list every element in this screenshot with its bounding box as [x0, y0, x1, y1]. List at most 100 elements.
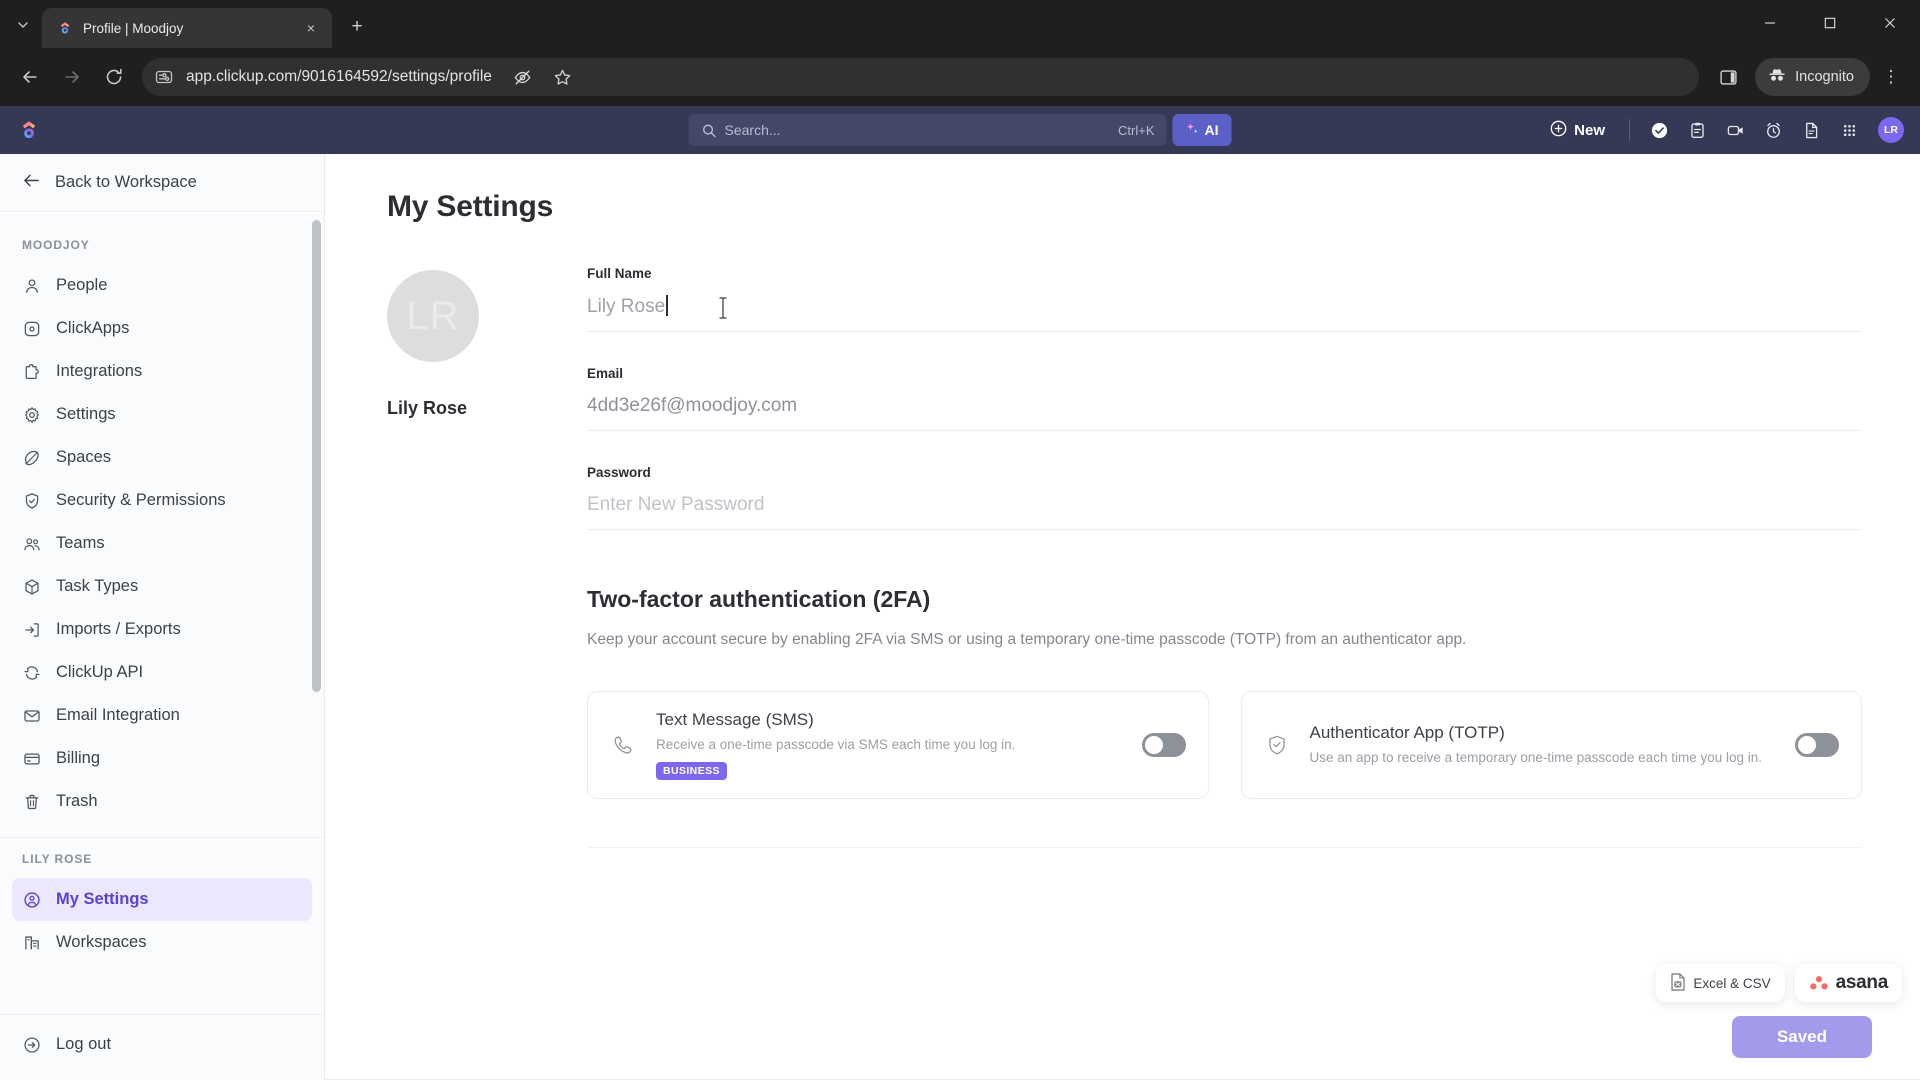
sidebar-item-logout[interactable]: Log out	[12, 1023, 312, 1066]
sidebar-item-label: Log out	[56, 1035, 112, 1053]
check-circle-icon[interactable]	[1642, 113, 1676, 147]
clipboard-icon[interactable]	[1680, 113, 1714, 147]
sidebar-item-billing[interactable]: Billing	[12, 737, 312, 780]
excel-csv-chip[interactable]: Excel & CSV	[1656, 964, 1785, 1002]
sms-card-title: Text Message (SMS)	[656, 710, 814, 729]
sidebar-item-email-integration[interactable]: Email Integration	[12, 694, 312, 737]
sms-2fa-toggle[interactable]	[1141, 733, 1186, 758]
back-icon[interactable]	[10, 57, 50, 97]
minimize-icon[interactable]	[1740, 0, 1800, 46]
totp-card-body: Authenticator App (TOTP) Use an app to r…	[1310, 723, 1776, 767]
sidebar-item-label: Trash	[56, 792, 98, 810]
sidebar-item-imports-exports[interactable]: Imports / Exports	[12, 608, 312, 651]
excel-file-icon	[1670, 972, 1686, 994]
profile-avatar[interactable]: LR	[387, 270, 479, 362]
avatar-column: LR Lily Rose	[387, 266, 587, 848]
tab-close-icon[interactable]: ×	[300, 17, 322, 39]
totp-2fa-toggle[interactable]	[1795, 733, 1839, 758]
sidebar-item-label: Workspaces	[56, 933, 147, 951]
puzzle-icon	[22, 362, 42, 382]
sidebar-clipped-item	[0, 964, 324, 980]
tab-search-icon[interactable]	[6, 8, 40, 42]
document-icon[interactable]	[1794, 113, 1828, 147]
app-header: Search... Ctrl+K AI New LR	[0, 106, 1920, 154]
shield-check-icon	[1264, 734, 1290, 756]
video-camera-icon[interactable]	[1718, 113, 1752, 147]
sidebar-item-label: Integrations	[56, 362, 143, 380]
sidebar-item-task-types[interactable]: Task Types	[12, 565, 312, 608]
search-input[interactable]: Search... Ctrl+K	[688, 114, 1167, 146]
twofa-cards: Text Message (SMS) Receive a one-time pa…	[587, 691, 1862, 800]
sidebar-item-people[interactable]: People	[12, 264, 312, 307]
back-to-workspace-label: Back to Workspace	[55, 173, 197, 191]
sidebar-item-workspaces[interactable]: Workspaces	[12, 921, 312, 964]
password-input[interactable]: Enter New Password	[587, 494, 1862, 530]
sidebar-scrollbar-thumb[interactable]	[312, 220, 321, 692]
sidebar-item-security-permissions[interactable]: Security & Permissions	[12, 479, 312, 522]
sidebar-item-clickapps[interactable]: ClickApps	[12, 307, 312, 350]
clickup-logo-icon[interactable]	[16, 117, 42, 143]
sms-card-body: Text Message (SMS) Receive a one-time pa…	[656, 710, 1122, 781]
ai-button[interactable]: AI	[1172, 114, 1232, 146]
clickup-app: Search... Ctrl+K AI New LR Back to Works…	[0, 106, 1920, 1080]
search-icon	[701, 122, 717, 138]
user-circle-icon	[22, 890, 42, 910]
browser-tab[interactable]: Profile | Moodjoy ×	[42, 8, 332, 48]
header-avatar[interactable]: LR	[1878, 117, 1904, 143]
clickup-favicon-icon	[56, 20, 73, 37]
sidebar-item-clickup-api[interactable]: ClickUp API	[12, 651, 312, 694]
full-name-label: Full Name	[587, 266, 652, 281]
full-name-input[interactable]: Lily Rose	[587, 295, 1862, 332]
address-bar[interactable]: app.clickup.com/9016164592/settings/prof…	[142, 58, 1700, 96]
sidebar-group-workspace: MOODJOY	[22, 238, 90, 252]
tab-strip: Profile | Moodjoy × +	[0, 0, 1920, 48]
sidebar-item-my-settings[interactable]: My Settings	[12, 878, 312, 921]
spaces-icon	[22, 448, 42, 468]
alarm-clock-icon[interactable]	[1756, 113, 1790, 147]
sidebar-item-label: Spaces	[56, 448, 112, 466]
forward-icon[interactable]	[52, 57, 92, 97]
hide-eye-icon[interactable]	[504, 58, 542, 96]
sidebar-item-integrations[interactable]: Integrations	[12, 350, 312, 393]
person-icon	[22, 276, 42, 296]
back-to-workspace-button[interactable]: Back to Workspace	[0, 154, 324, 212]
trash-icon	[22, 792, 42, 812]
sidebar-item-label: Teams	[56, 534, 105, 552]
site-settings-icon[interactable]	[154, 67, 174, 87]
close-icon[interactable]	[1860, 0, 1920, 46]
sidebar-item-label: People	[56, 276, 108, 294]
bookmark-star-icon[interactable]	[544, 58, 582, 96]
sidebar-footer: Log out	[0, 1014, 324, 1080]
header-divider	[1629, 119, 1630, 141]
sidebar-item-label: ClickUp API	[56, 663, 144, 681]
incognito-indicator[interactable]: Incognito	[1755, 58, 1870, 96]
email-input[interactable]: 4dd3e26f@moodjoy.com	[587, 395, 1862, 431]
teams-icon	[22, 534, 42, 554]
maximize-icon[interactable]	[1800, 0, 1860, 46]
password-field-group: Password Enter New Password	[587, 465, 1862, 530]
sms-2fa-card[interactable]: Text Message (SMS) Receive a one-time pa…	[587, 691, 1209, 800]
window-controls	[1740, 0, 1920, 46]
reload-icon[interactable]	[94, 57, 134, 97]
search-shortcut: Ctrl+K	[1118, 122, 1155, 138]
browser-toolbar: app.clickup.com/9016164592/settings/prof…	[0, 48, 1920, 106]
sidebar-item-teams[interactable]: Teams	[12, 522, 312, 565]
apps-grid-icon[interactable]	[1832, 113, 1866, 147]
saved-button[interactable]: Saved	[1732, 1016, 1872, 1058]
side-panel-icon[interactable]	[1709, 58, 1747, 96]
cube-icon	[22, 577, 42, 597]
asana-chip[interactable]: asana	[1794, 964, 1902, 1002]
totp-2fa-card[interactable]: Authenticator App (TOTP) Use an app to r…	[1240, 691, 1862, 800]
sidebar-item-label: Billing	[56, 749, 101, 767]
new-tab-button[interactable]: +	[340, 10, 374, 44]
new-button[interactable]: New	[1538, 114, 1617, 146]
settings-main: My Settings LR Lily Rose Full Name Lily …	[325, 154, 1920, 1080]
browser-menu-icon[interactable]: ⋮	[1872, 58, 1910, 96]
sidebar-item-trash[interactable]: Trash	[12, 780, 312, 823]
sidebar-item-spaces[interactable]: Spaces	[12, 436, 312, 479]
sidebar-item-settings[interactable]: Settings	[12, 393, 312, 436]
sidebar-scrollbar[interactable]	[312, 220, 321, 1080]
header-search-area: Search... Ctrl+K AI	[688, 114, 1232, 146]
full-name-value: Lily Rose	[587, 296, 666, 317]
sidebar-group-user: LILY ROSE	[22, 852, 93, 866]
